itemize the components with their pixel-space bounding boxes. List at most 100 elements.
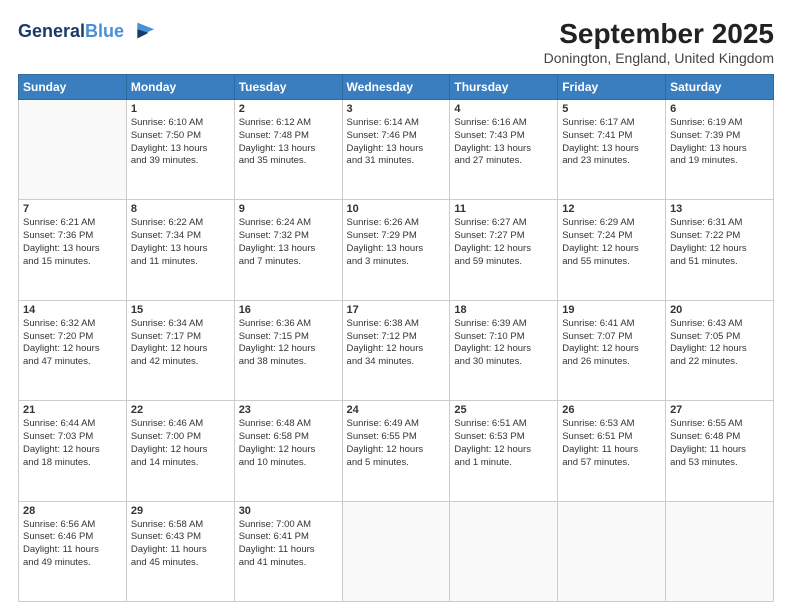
day-number: 3 bbox=[347, 103, 446, 115]
cell-line: Sunrise: 6:46 AM bbox=[131, 418, 230, 431]
cell-line: Sunrise: 6:58 AM bbox=[131, 519, 230, 532]
cell-line: Daylight: 11 hours bbox=[670, 444, 769, 457]
cell-line: Sunrise: 6:16 AM bbox=[454, 117, 553, 130]
cell-line: and 31 minutes. bbox=[347, 155, 446, 168]
cell-line: Sunrise: 6:38 AM bbox=[347, 318, 446, 331]
cell-line: Daylight: 13 hours bbox=[454, 143, 553, 156]
cell-line: and 38 minutes. bbox=[239, 356, 338, 369]
day-number: 27 bbox=[670, 404, 769, 416]
week-row-1: 7Sunrise: 6:21 AMSunset: 7:36 PMDaylight… bbox=[19, 200, 774, 300]
day-number: 19 bbox=[562, 304, 661, 316]
calendar-cell: 24Sunrise: 6:49 AMSunset: 6:55 PMDayligh… bbox=[342, 401, 450, 501]
day-number: 18 bbox=[454, 304, 553, 316]
day-number: 12 bbox=[562, 203, 661, 215]
cell-line: Sunset: 7:50 PM bbox=[131, 130, 230, 143]
day-number: 26 bbox=[562, 404, 661, 416]
cell-line: Sunset: 6:55 PM bbox=[347, 431, 446, 444]
calendar-cell bbox=[19, 100, 127, 200]
cell-line: Sunrise: 6:10 AM bbox=[131, 117, 230, 130]
page: GeneralBlue September 2025 Donington, En… bbox=[0, 0, 792, 612]
cell-line: Sunset: 7:43 PM bbox=[454, 130, 553, 143]
cell-line: Sunset: 7:36 PM bbox=[23, 230, 122, 243]
calendar-cell bbox=[666, 501, 774, 601]
cell-line: Daylight: 13 hours bbox=[347, 143, 446, 156]
cell-line: Daylight: 12 hours bbox=[454, 444, 553, 457]
cell-line: Daylight: 13 hours bbox=[131, 243, 230, 256]
day-number: 16 bbox=[239, 304, 338, 316]
logo-text: GeneralBlue bbox=[18, 22, 124, 42]
calendar-cell: 13Sunrise: 6:31 AMSunset: 7:22 PMDayligh… bbox=[666, 200, 774, 300]
cell-line: Daylight: 13 hours bbox=[131, 143, 230, 156]
cell-line: Daylight: 11 hours bbox=[239, 544, 338, 557]
cell-line: and 47 minutes. bbox=[23, 356, 122, 369]
day-number: 14 bbox=[23, 304, 122, 316]
calendar-cell: 21Sunrise: 6:44 AMSunset: 7:03 PMDayligh… bbox=[19, 401, 127, 501]
week-row-0: 1Sunrise: 6:10 AMSunset: 7:50 PMDaylight… bbox=[19, 100, 774, 200]
calendar-cell: 8Sunrise: 6:22 AMSunset: 7:34 PMDaylight… bbox=[126, 200, 234, 300]
cell-line: Sunrise: 6:55 AM bbox=[670, 418, 769, 431]
day-number: 24 bbox=[347, 404, 446, 416]
cell-line: Sunrise: 6:19 AM bbox=[670, 117, 769, 130]
cell-line: Sunset: 7:41 PM bbox=[562, 130, 661, 143]
cell-line: and 14 minutes. bbox=[131, 457, 230, 470]
cell-line: Sunset: 7:22 PM bbox=[670, 230, 769, 243]
day-number: 6 bbox=[670, 103, 769, 115]
cell-line: Sunrise: 6:24 AM bbox=[239, 217, 338, 230]
cell-line: Sunrise: 6:34 AM bbox=[131, 318, 230, 331]
day-number: 23 bbox=[239, 404, 338, 416]
calendar-cell: 25Sunrise: 6:51 AMSunset: 6:53 PMDayligh… bbox=[450, 401, 558, 501]
cell-line: Sunrise: 6:36 AM bbox=[239, 318, 338, 331]
cell-line: and 7 minutes. bbox=[239, 256, 338, 269]
cell-line: Daylight: 12 hours bbox=[562, 343, 661, 356]
cell-line: Daylight: 12 hours bbox=[239, 444, 338, 457]
day-number: 21 bbox=[23, 404, 122, 416]
day-number: 29 bbox=[131, 505, 230, 517]
cell-line: Daylight: 13 hours bbox=[23, 243, 122, 256]
cell-line: Sunrise: 6:22 AM bbox=[131, 217, 230, 230]
cell-line: Sunrise: 6:26 AM bbox=[347, 217, 446, 230]
cell-line: and 5 minutes. bbox=[347, 457, 446, 470]
week-row-4: 28Sunrise: 6:56 AMSunset: 6:46 PMDayligh… bbox=[19, 501, 774, 601]
calendar-table: SundayMondayTuesdayWednesdayThursdayFrid… bbox=[18, 74, 774, 602]
cell-line: Daylight: 12 hours bbox=[347, 343, 446, 356]
calendar-cell: 12Sunrise: 6:29 AMSunset: 7:24 PMDayligh… bbox=[558, 200, 666, 300]
cell-line: Daylight: 13 hours bbox=[562, 143, 661, 156]
day-header-thursday: Thursday bbox=[450, 75, 558, 100]
cell-line: and 39 minutes. bbox=[131, 155, 230, 168]
cell-line: Daylight: 12 hours bbox=[454, 243, 553, 256]
logo-icon bbox=[128, 18, 156, 46]
day-number: 20 bbox=[670, 304, 769, 316]
day-header-saturday: Saturday bbox=[666, 75, 774, 100]
cell-line: and 23 minutes. bbox=[562, 155, 661, 168]
cell-line: and 10 minutes. bbox=[239, 457, 338, 470]
cell-line: Daylight: 12 hours bbox=[562, 243, 661, 256]
cell-line: Sunset: 7:48 PM bbox=[239, 130, 338, 143]
day-header-friday: Friday bbox=[558, 75, 666, 100]
cell-line: Sunrise: 6:21 AM bbox=[23, 217, 122, 230]
cell-line: Sunset: 6:43 PM bbox=[131, 531, 230, 544]
cell-line: Daylight: 13 hours bbox=[670, 143, 769, 156]
cell-line: and 1 minute. bbox=[454, 457, 553, 470]
calendar-cell: 14Sunrise: 6:32 AMSunset: 7:20 PMDayligh… bbox=[19, 300, 127, 400]
cell-line: and 57 minutes. bbox=[562, 457, 661, 470]
calendar-cell: 18Sunrise: 6:39 AMSunset: 7:10 PMDayligh… bbox=[450, 300, 558, 400]
calendar-cell: 27Sunrise: 6:55 AMSunset: 6:48 PMDayligh… bbox=[666, 401, 774, 501]
cell-line: Sunset: 7:15 PM bbox=[239, 331, 338, 344]
cell-line: Sunrise: 6:14 AM bbox=[347, 117, 446, 130]
cell-line: Daylight: 12 hours bbox=[131, 343, 230, 356]
cell-line: and 15 minutes. bbox=[23, 256, 122, 269]
cell-line: Daylight: 12 hours bbox=[23, 343, 122, 356]
cell-line: Daylight: 11 hours bbox=[23, 544, 122, 557]
calendar-cell: 10Sunrise: 6:26 AMSunset: 7:29 PMDayligh… bbox=[342, 200, 450, 300]
cell-line: and 34 minutes. bbox=[347, 356, 446, 369]
cell-line: Sunset: 7:27 PM bbox=[454, 230, 553, 243]
cell-line: Sunset: 7:00 PM bbox=[131, 431, 230, 444]
cell-line: Sunset: 6:46 PM bbox=[23, 531, 122, 544]
calendar-cell: 22Sunrise: 6:46 AMSunset: 7:00 PMDayligh… bbox=[126, 401, 234, 501]
cell-line: Sunrise: 6:12 AM bbox=[239, 117, 338, 130]
day-number: 8 bbox=[131, 203, 230, 215]
cell-line: Sunset: 7:29 PM bbox=[347, 230, 446, 243]
cell-line: and 51 minutes. bbox=[670, 256, 769, 269]
cell-line: Sunrise: 6:27 AM bbox=[454, 217, 553, 230]
cell-line: Daylight: 13 hours bbox=[347, 243, 446, 256]
